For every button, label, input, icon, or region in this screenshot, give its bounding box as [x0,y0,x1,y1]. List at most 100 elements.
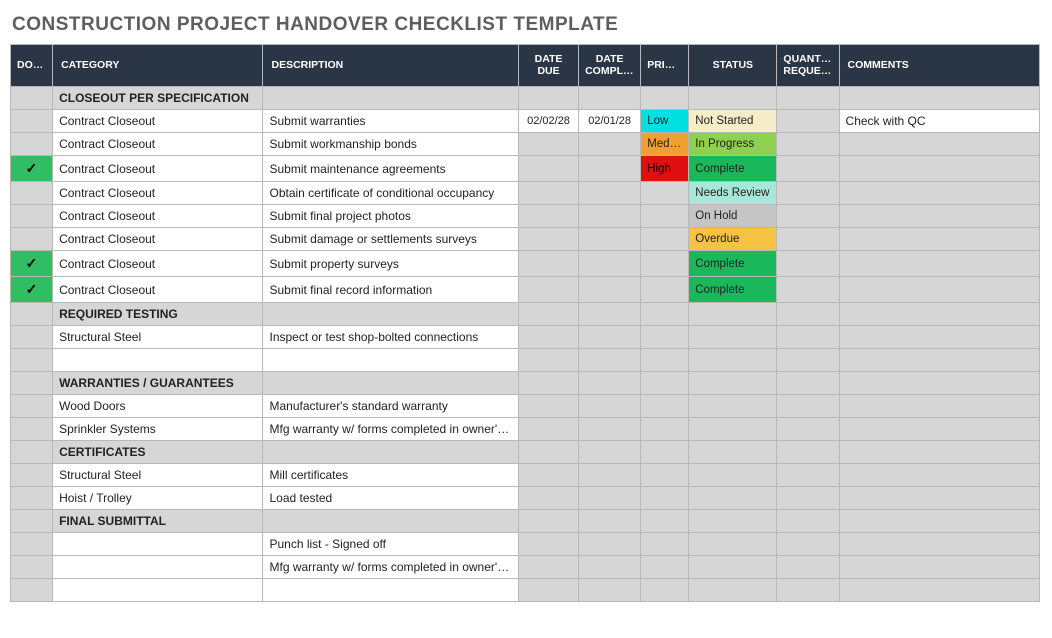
description-cell[interactable]: Mfg warranty w/ forms completed in owner… [263,418,518,441]
comments-cell[interactable] [839,326,1039,349]
quantity-cell[interactable] [777,418,839,441]
date-completed-cell[interactable]: 02/01/28 [579,110,641,133]
priority-cell[interactable]: Low [641,110,689,133]
priority-cell[interactable] [641,326,689,349]
empty-cell[interactable] [518,349,578,372]
date-completed-cell[interactable] [579,156,641,182]
comments-cell[interactable] [839,156,1039,182]
description-cell[interactable]: Manufacturer's standard warranty [263,395,518,418]
quantity-cell[interactable] [777,277,839,303]
date-completed-cell[interactable] [579,326,641,349]
quantity-cell[interactable] [777,464,839,487]
category-cell[interactable]: Contract Closeout [53,228,263,251]
date-due-cell[interactable] [518,133,578,156]
date-due-cell[interactable] [518,533,578,556]
status-cell[interactable] [689,326,777,349]
date-due-cell[interactable] [518,277,578,303]
empty-cell[interactable] [689,579,777,602]
done-cell[interactable] [11,556,53,579]
date-due-cell[interactable] [518,182,578,205]
category-cell[interactable] [53,579,263,602]
quantity-cell[interactable] [777,133,839,156]
date-due-cell[interactable] [518,228,578,251]
date-completed-cell[interactable] [579,182,641,205]
date-completed-cell[interactable] [579,464,641,487]
comments-cell[interactable] [839,533,1039,556]
date-completed-cell[interactable] [579,487,641,510]
date-due-cell[interactable]: 02/02/28 [518,110,578,133]
done-cell[interactable] [11,510,53,533]
priority-cell[interactable]: High [641,156,689,182]
description-cell[interactable] [263,579,518,602]
category-cell[interactable] [53,556,263,579]
comments-cell[interactable] [839,418,1039,441]
priority-cell[interactable] [641,228,689,251]
comments-cell[interactable] [839,277,1039,303]
description-cell[interactable] [263,349,518,372]
priority-cell[interactable] [641,487,689,510]
quantity-cell[interactable] [777,110,839,133]
done-cell[interactable] [11,418,53,441]
category-cell[interactable]: Structural Steel [53,326,263,349]
date-due-cell[interactable] [518,487,578,510]
description-cell[interactable]: Submit workmanship bonds [263,133,518,156]
category-cell[interactable] [53,533,263,556]
category-cell[interactable]: Contract Closeout [53,156,263,182]
comments-cell[interactable] [839,464,1039,487]
comments-cell[interactable] [839,133,1039,156]
comments-cell[interactable]: Check with QC [839,110,1039,133]
description-cell[interactable]: Obtain certificate of conditional occupa… [263,182,518,205]
empty-cell[interactable] [839,579,1039,602]
done-cell[interactable]: ✓ [11,156,53,182]
comments-cell[interactable] [839,395,1039,418]
priority-cell[interactable]: Medium [641,133,689,156]
done-cell[interactable] [11,133,53,156]
done-cell[interactable] [11,372,53,395]
quantity-cell[interactable] [777,182,839,205]
description-cell[interactable]: Submit warranties [263,110,518,133]
done-cell[interactable]: ✓ [11,251,53,277]
done-cell[interactable] [11,303,53,326]
description-cell[interactable]: Load tested [263,487,518,510]
done-cell[interactable] [11,487,53,510]
quantity-cell[interactable] [777,228,839,251]
date-completed-cell[interactable] [579,395,641,418]
category-cell[interactable]: Contract Closeout [53,251,263,277]
comments-cell[interactable] [839,228,1039,251]
comments-cell[interactable] [839,487,1039,510]
status-cell[interactable]: Overdue [689,228,777,251]
category-cell[interactable]: Contract Closeout [53,205,263,228]
status-cell[interactable]: In Progress [689,133,777,156]
description-cell[interactable]: Submit maintenance agreements [263,156,518,182]
description-cell[interactable]: Submit property surveys [263,251,518,277]
date-completed-cell[interactable] [579,418,641,441]
priority-cell[interactable] [641,205,689,228]
empty-cell[interactable] [579,579,641,602]
done-cell[interactable] [11,182,53,205]
comments-cell[interactable] [839,205,1039,228]
quantity-cell[interactable] [777,395,839,418]
quantity-cell[interactable] [777,556,839,579]
done-cell[interactable] [11,441,53,464]
category-cell[interactable]: Structural Steel [53,464,263,487]
empty-cell[interactable] [518,579,578,602]
status-cell[interactable]: Complete [689,277,777,303]
comments-cell[interactable] [839,182,1039,205]
status-cell[interactable] [689,395,777,418]
quantity-cell[interactable] [777,156,839,182]
category-cell[interactable]: Hoist / Trolley [53,487,263,510]
description-cell[interactable]: Inspect or test shop-bolted connections [263,326,518,349]
category-cell[interactable]: Contract Closeout [53,110,263,133]
date-completed-cell[interactable] [579,228,641,251]
priority-cell[interactable] [641,395,689,418]
done-cell[interactable] [11,87,53,110]
quantity-cell[interactable] [777,326,839,349]
priority-cell[interactable] [641,418,689,441]
status-cell[interactable]: On Hold [689,205,777,228]
date-completed-cell[interactable] [579,133,641,156]
empty-cell[interactable] [641,349,689,372]
status-cell[interactable]: Not Started [689,110,777,133]
description-cell[interactable]: Submit final project photos [263,205,518,228]
date-completed-cell[interactable] [579,277,641,303]
category-cell[interactable]: Contract Closeout [53,182,263,205]
